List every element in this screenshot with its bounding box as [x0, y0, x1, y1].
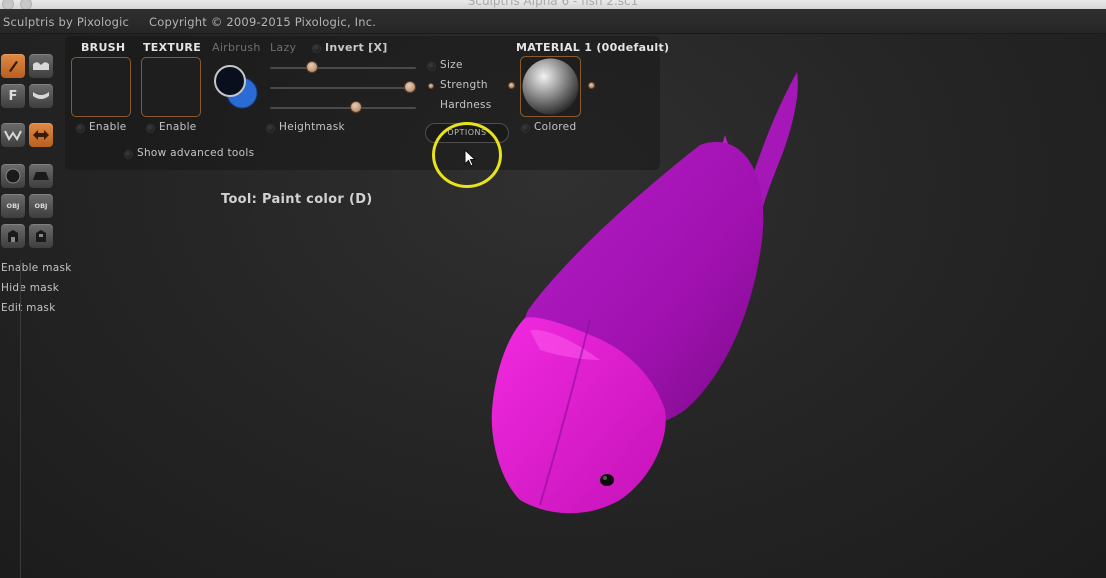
- app-header: Sculptris by Pixologic Copyright © 2009-…: [0, 9, 1106, 34]
- load-icon: [36, 230, 46, 242]
- size-label: Size: [440, 59, 463, 71]
- heightmask-led[interactable]: [266, 124, 275, 133]
- size-slider-track[interactable]: [270, 67, 416, 69]
- plane-icon: [33, 172, 49, 180]
- lazy-toggle[interactable]: Lazy: [270, 41, 296, 54]
- strength-slider-track[interactable]: [270, 87, 416, 89]
- import-obj-icon: OBJ: [6, 202, 20, 210]
- paint-brush-tool[interactable]: [0, 53, 26, 79]
- flatten-tool[interactable]: F: [0, 83, 26, 109]
- colored-led[interactable]: [521, 124, 530, 133]
- material-prev-led[interactable]: [508, 82, 515, 89]
- invert-led[interactable]: [312, 44, 321, 53]
- import-obj-button[interactable]: OBJ: [0, 193, 26, 219]
- load-button[interactable]: [28, 223, 54, 249]
- show-advanced-led[interactable]: [124, 150, 133, 159]
- window-title-bar: Sculptris Alpha 6 - fish 2.sc1: [0, 0, 1106, 9]
- inflate-tool[interactable]: [28, 83, 54, 109]
- edit-mask-item[interactable]: Edit mask: [1, 302, 56, 314]
- crease-tool-icon: [33, 62, 49, 70]
- tool-status: Tool: Paint color (D): [221, 192, 373, 207]
- hide-mask-item[interactable]: Hide mask: [1, 282, 59, 294]
- pinch-tool-icon: [4, 130, 22, 141]
- material-next-led[interactable]: [588, 82, 595, 89]
- paint-brush-icon: [9, 61, 18, 72]
- strength-label: Strength: [440, 79, 488, 91]
- flatten-tool-icon: F: [8, 88, 18, 104]
- enable-mask-item[interactable]: Enable mask: [1, 262, 72, 274]
- save-icon: [8, 230, 18, 242]
- primary-color[interactable]: [214, 65, 246, 97]
- app-name: Sculptris by Pixologic: [3, 15, 130, 29]
- new-plane-button[interactable]: [28, 163, 54, 189]
- hardness-slider-track[interactable]: [270, 107, 416, 109]
- texture-enable-label[interactable]: Enable: [159, 121, 197, 133]
- grab-tool-icon: [33, 130, 49, 140]
- export-obj-button[interactable]: OBJ: [28, 193, 54, 219]
- mouse-pointer-icon: [464, 149, 477, 167]
- texture-label: TEXTURE: [143, 41, 202, 54]
- heightmask-label[interactable]: Heightmask: [279, 121, 345, 133]
- brush-label: BRUSH: [81, 41, 126, 54]
- size-pressure-led[interactable]: [427, 62, 436, 71]
- new-sphere-button[interactable]: [0, 163, 26, 189]
- texture-slot[interactable]: [141, 57, 201, 117]
- show-advanced-label[interactable]: Show advanced tools: [137, 147, 254, 159]
- export-obj-icon: OBJ: [34, 202, 48, 210]
- pinch-tool[interactable]: [0, 122, 26, 148]
- crease-tool[interactable]: [28, 53, 54, 79]
- material-label: MATERIAL 1 (00default): [516, 41, 670, 54]
- copyright-text: Copyright © 2009-2015 Pixologic, Inc.: [149, 15, 377, 29]
- save-button[interactable]: [0, 223, 26, 249]
- strength-slider-knob[interactable]: [404, 81, 416, 93]
- brush-slot[interactable]: [71, 57, 131, 117]
- grab-tool[interactable]: [28, 122, 54, 148]
- brush-enable-label[interactable]: Enable: [89, 121, 127, 133]
- brush-enable-led[interactable]: [76, 124, 85, 133]
- colored-label[interactable]: Colored: [534, 121, 576, 133]
- invert-toggle[interactable]: Invert [X]: [325, 41, 388, 54]
- airbrush-toggle[interactable]: Airbrush: [212, 41, 261, 54]
- inflate-tool-icon: [33, 92, 49, 99]
- color-picker-swatch[interactable]: [213, 64, 261, 110]
- texture-enable-led[interactable]: [146, 124, 155, 133]
- hardness-label: Hardness: [440, 99, 492, 111]
- material-preview-sphere[interactable]: [520, 56, 582, 118]
- window-title: Sculptris Alpha 6 - fish 2.sc1: [467, 0, 639, 8]
- strength-pressure-led[interactable]: [428, 83, 434, 89]
- toolbar-divider: [20, 260, 21, 578]
- sphere-icon: [5, 168, 21, 184]
